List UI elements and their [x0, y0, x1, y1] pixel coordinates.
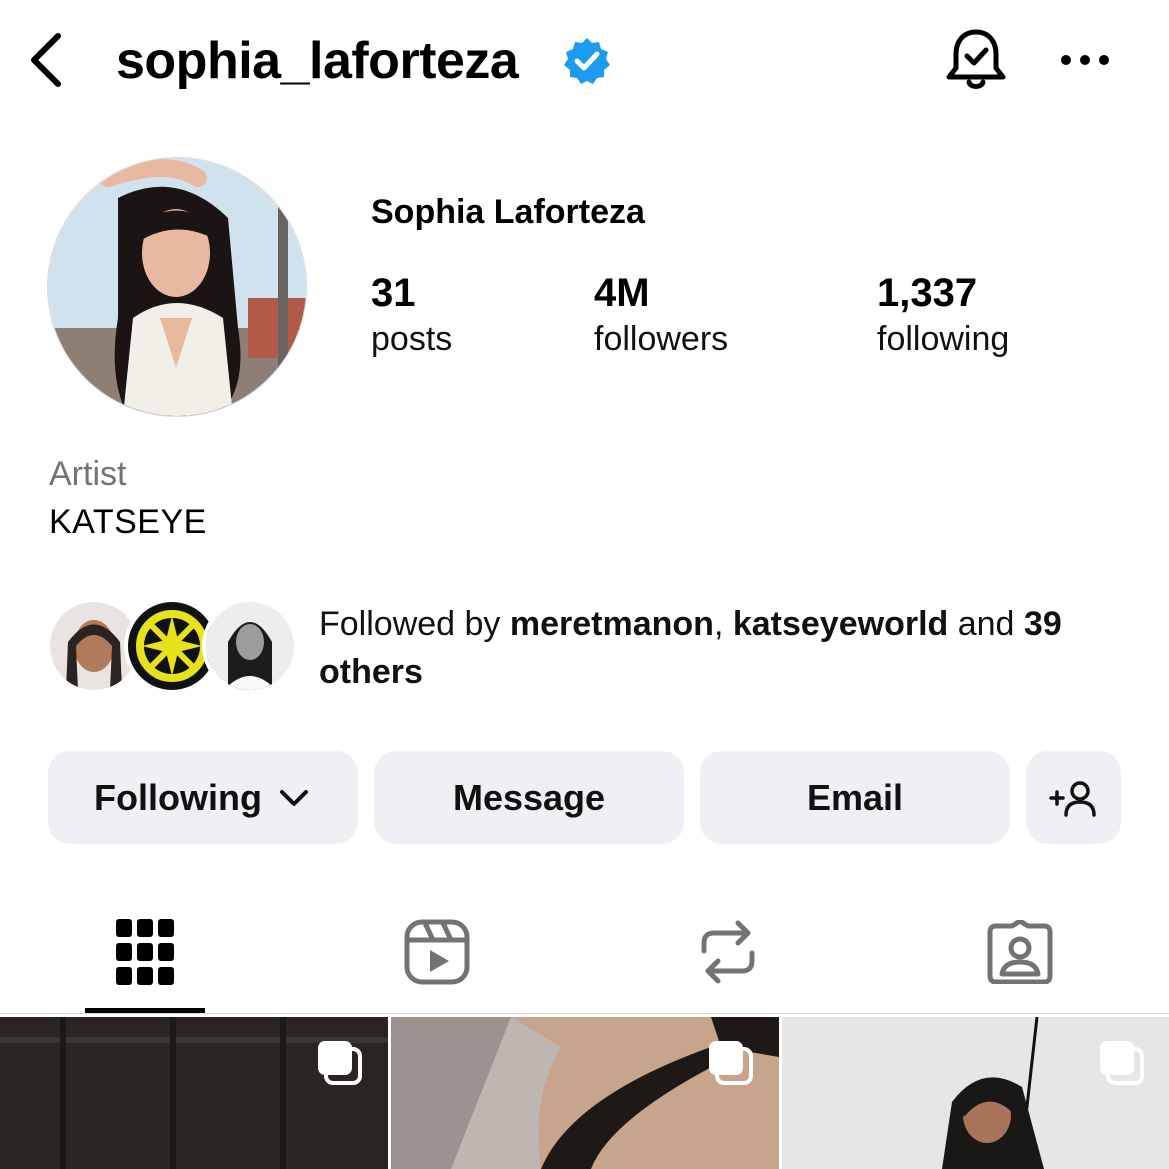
tagged-user-icon [987, 920, 1053, 984]
stat-following[interactable]: 1,337 following [877, 270, 1009, 362]
suggested-users-button[interactable] [1026, 751, 1121, 844]
email-button-label: Email [806, 776, 904, 818]
followed-by-text[interactable]: Followed by meretmanon, katseyeworld and… [319, 600, 1139, 696]
tab-reposts[interactable] [583, 902, 873, 1002]
tab-grid[interactable] [0, 902, 290, 1002]
tab-tagged[interactable] [875, 902, 1165, 1002]
repost-icon [701, 920, 755, 984]
grid-icon [116, 919, 174, 985]
profile-username: sophia_laforteza [116, 32, 519, 90]
post-thumbnail[interactable] [0, 1017, 388, 1169]
post-thumbnail[interactable] [782, 1017, 1169, 1169]
follower-avatar[interactable] [202, 598, 298, 694]
stat-followers[interactable]: 4M followers [594, 270, 728, 362]
followed-by-name: meretmanon [509, 605, 714, 643]
tab-divider [0, 1013, 1169, 1014]
followed-by-conjunction: and [948, 605, 1024, 643]
email-button[interactable]: Email [700, 751, 1010, 844]
back-arrow-icon[interactable] [22, 28, 72, 92]
stat-following-count: 1,337 [877, 271, 978, 315]
message-button-label: Message [452, 776, 606, 818]
stat-posts-label: posts [371, 320, 453, 358]
stat-followers-label: followers [594, 320, 729, 358]
followed-by-prefix: Followed by [319, 605, 510, 643]
carousel-icon [709, 1041, 753, 1085]
following-button-label: Following [94, 776, 262, 818]
followed-by-separator: , [713, 605, 733, 643]
carousel-icon [318, 1041, 362, 1085]
carousel-icon [1100, 1041, 1144, 1085]
stat-posts-count: 31 [371, 271, 416, 315]
profile-category: Artist [49, 455, 127, 493]
verified-badge-icon [564, 38, 610, 84]
notification-bell-icon[interactable] [940, 24, 1012, 96]
message-button[interactable]: Message [374, 751, 684, 844]
tab-reels[interactable] [292, 902, 582, 1002]
profile-full-name: Sophia Laforteza [371, 193, 645, 231]
stat-followers-count: 4M [594, 271, 650, 315]
profile-avatar[interactable] [48, 158, 306, 416]
profile-bio: KATSEYE [49, 503, 207, 541]
reels-icon [404, 919, 470, 985]
chevron-down-icon [279, 789, 308, 806]
add-user-icon [1048, 780, 1096, 817]
post-thumbnail[interactable] [391, 1017, 779, 1169]
following-button[interactable]: Following [48, 751, 358, 844]
stat-posts[interactable]: 31 posts [371, 270, 452, 362]
more-options-icon[interactable] [1056, 40, 1114, 80]
followed-by-name: katseyeworld [732, 605, 949, 643]
stat-following-label: following [877, 320, 1010, 358]
